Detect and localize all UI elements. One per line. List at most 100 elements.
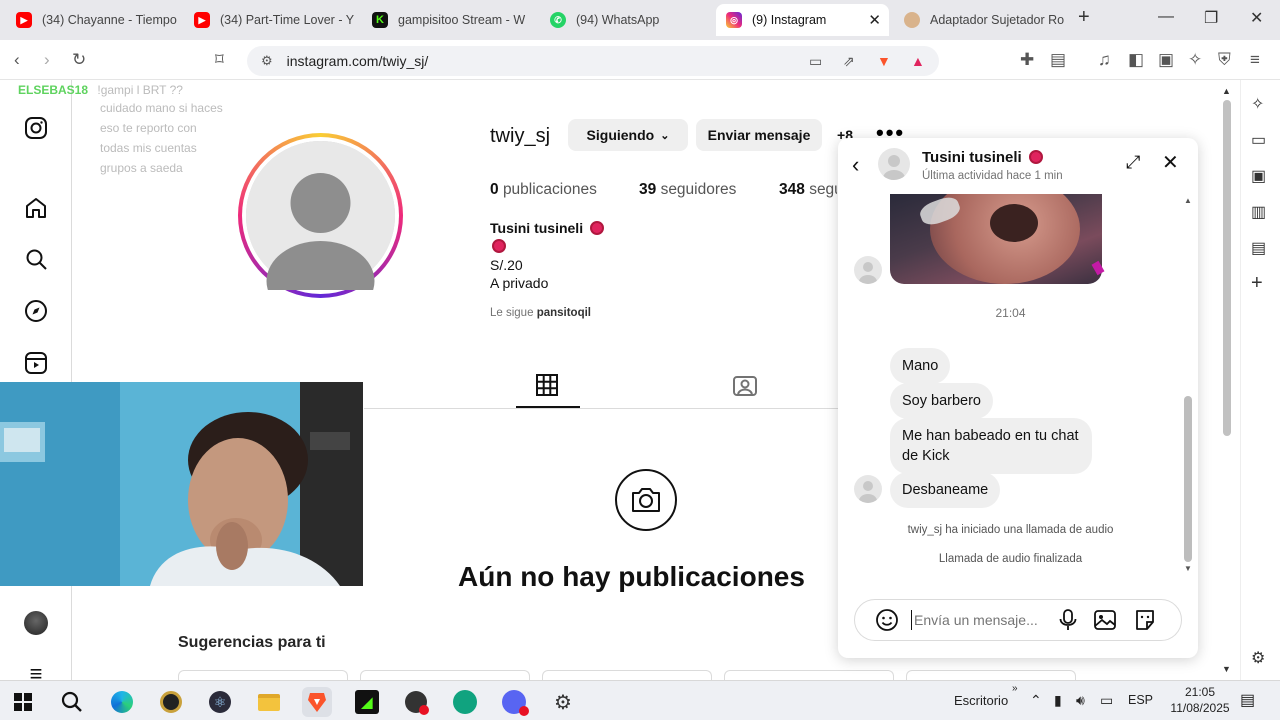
reload-icon[interactable]: ↻: [72, 50, 86, 70]
obs-like-icon[interactable]: ◢: [352, 687, 382, 717]
settings-icon[interactable]: ⚙: [548, 687, 578, 717]
volume-icon[interactable]: 🔊︎: [1076, 692, 1085, 709]
tab-chayanne[interactable]: ▶ (34) Chayanne - Tiempo: [6, 6, 181, 34]
sidebar-toggle-icon[interactable]: ◧: [1128, 50, 1144, 70]
discord-icon[interactable]: [499, 687, 529, 717]
brave-icon[interactable]: [302, 687, 332, 717]
close-tab-icon[interactable]: ✕: [868, 11, 881, 29]
suggestion-card[interactable]: [724, 670, 894, 680]
tab-title: gampisitoo Stream - W: [398, 13, 526, 27]
tab-whatsapp[interactable]: ✆ (94) WhatsApp: [540, 6, 715, 34]
tab-kick-stream[interactable]: K gampisitoo Stream - W: [362, 6, 537, 34]
restore-icon[interactable]: ❐: [1204, 8, 1218, 28]
minimize-icon[interactable]: —: [1158, 8, 1174, 26]
shared-image[interactable]: [890, 194, 1102, 284]
toolbar-expand-icon[interactable]: »: [1012, 683, 1018, 694]
chat-message[interactable]: Me han babeado en tu chat de Kick: [890, 418, 1092, 474]
menu-icon[interactable]: ≡: [1250, 50, 1260, 70]
network-icon[interactable]: ▭: [1100, 692, 1113, 709]
display-name: Tusini tusineli: [490, 220, 604, 236]
scroll-down-icon[interactable]: ▼: [1222, 664, 1231, 674]
extensions-icon[interactable]: ✚: [1020, 50, 1034, 70]
following-button[interactable]: Siguiendo ⌄: [568, 119, 688, 151]
message-input[interactable]: [911, 610, 1051, 630]
forward-icon[interactable]: ›: [44, 50, 50, 70]
back-icon[interactable]: ‹: [852, 152, 859, 178]
search-icon[interactable]: [22, 245, 50, 273]
mic-tray-icon[interactable]: ▮: [1054, 692, 1062, 709]
chat-message[interactable]: Desbaneame: [890, 472, 1001, 508]
close-window-icon[interactable]: ✕: [1250, 8, 1263, 28]
reading-list-icon[interactable]: ▤: [1251, 238, 1266, 258]
language-indicator[interactable]: ESP: [1128, 693, 1153, 707]
reels-icon[interactable]: [22, 349, 50, 377]
suggestion-card[interactable]: [178, 670, 348, 680]
suggestion-card[interactable]: [542, 670, 712, 680]
recording-app-icon[interactable]: [401, 687, 431, 717]
chat-scrollbar-thumb[interactable]: [1184, 396, 1192, 562]
suggestion-card[interactable]: [906, 670, 1076, 680]
explore-icon[interactable]: [22, 297, 50, 325]
tab-instagram[interactable]: ◎ (9) Instagram ✕: [716, 4, 889, 36]
chat-contact-name[interactable]: Tusini tusineli: [922, 149, 1043, 166]
wallet-icon[interactable]: ▣: [1158, 50, 1174, 70]
chat-scroll-down-icon[interactable]: ▼: [1184, 564, 1192, 573]
following-link[interactable]: 348 segu: [779, 181, 837, 199]
instagram-logo-icon[interactable]: [22, 114, 50, 142]
bookmark-icon[interactable]: ⌑: [215, 50, 224, 70]
send-message-button[interactable]: Enviar mensaje: [696, 119, 822, 151]
emoji-picker-icon[interactable]: [875, 608, 899, 637]
settings-icon[interactable]: ⚙: [1251, 648, 1265, 668]
site-info-icon[interactable]: ⚙: [261, 53, 273, 69]
add-panel-icon[interactable]: +: [1251, 272, 1263, 295]
app-icon[interactable]: [156, 687, 186, 717]
image-upload-icon[interactable]: [1093, 608, 1117, 637]
tagged-icon[interactable]: [733, 374, 757, 401]
posts-grid-icon[interactable]: [536, 374, 558, 401]
expand-icon[interactable]: ⤢: [1126, 152, 1140, 173]
cast-icon[interactable]: ▭: [809, 53, 822, 70]
tab-adaptador[interactable]: Adaptador Sujetador Ro: [894, 6, 1069, 34]
start-icon[interactable]: [8, 687, 38, 717]
clock[interactable]: 21:05 11/08/2025: [1170, 684, 1230, 716]
react-app-icon[interactable]: ⚛: [205, 687, 235, 717]
brave-shields-icon[interactable]: ▼: [877, 53, 891, 69]
chatgpt-icon[interactable]: [450, 687, 480, 717]
chat-message[interactable]: Soy barbero: [890, 383, 993, 419]
tab-part-time-lover[interactable]: ▶ (34) Part-Time Lover - Y: [184, 6, 359, 34]
suggestion-card[interactable]: [360, 670, 530, 680]
followed-by[interactable]: Le sigue pansitoqil: [490, 307, 591, 319]
back-icon[interactable]: ‹: [14, 50, 20, 70]
microphone-icon[interactable]: [1057, 608, 1079, 637]
brave-rewards-icon[interactable]: ▲: [911, 53, 925, 69]
address-bar[interactable]: ⚙ instagram.com/twiy_sj/ ▭ ⇗ ▼ ▲: [247, 46, 939, 76]
page-scrollbar-thumb[interactable]: [1223, 100, 1231, 436]
followers-link[interactable]: 39 seguidores: [639, 181, 736, 199]
profile-avatar[interactable]: [22, 609, 50, 637]
wallet-icon[interactable]: ▣: [1251, 166, 1266, 186]
chat-message[interactable]: Mano: [890, 348, 951, 384]
desktop-toolbar-label[interactable]: Escritorio: [954, 693, 1008, 708]
chat-scroll-up-icon[interactable]: ▲: [1184, 196, 1192, 205]
chat-avatar[interactable]: [878, 148, 910, 180]
music-icon[interactable]: ♫: [1098, 50, 1111, 70]
media-icon[interactable]: ▭: [1251, 130, 1266, 150]
chevron-up-icon[interactable]: ⌃: [1030, 692, 1042, 709]
search-icon[interactable]: [57, 687, 87, 717]
home-icon[interactable]: [22, 194, 50, 222]
story-ring[interactable]: [238, 133, 403, 298]
new-tab-icon[interactable]: +: [1078, 6, 1090, 29]
leo-ai-icon[interactable]: ✧: [1188, 50, 1202, 70]
share-icon[interactable]: ⇗: [843, 53, 855, 70]
file-explorer-icon[interactable]: [254, 687, 284, 717]
notifications-icon[interactable]: ▤: [1240, 690, 1255, 710]
vpn-icon[interactable]: ⛨: [1218, 50, 1231, 70]
bookmarks-icon[interactable]: ▥: [1251, 202, 1266, 222]
scroll-up-icon[interactable]: ▲: [1222, 86, 1231, 96]
sticker-icon[interactable]: [1133, 608, 1157, 637]
leo-ai-icon[interactable]: ✧: [1251, 94, 1264, 114]
profile-username: twiy_sj: [490, 125, 551, 147]
edge-icon[interactable]: [107, 687, 137, 717]
close-icon[interactable]: ✕: [1162, 150, 1179, 175]
reader-icon[interactable]: ▤: [1050, 50, 1066, 70]
